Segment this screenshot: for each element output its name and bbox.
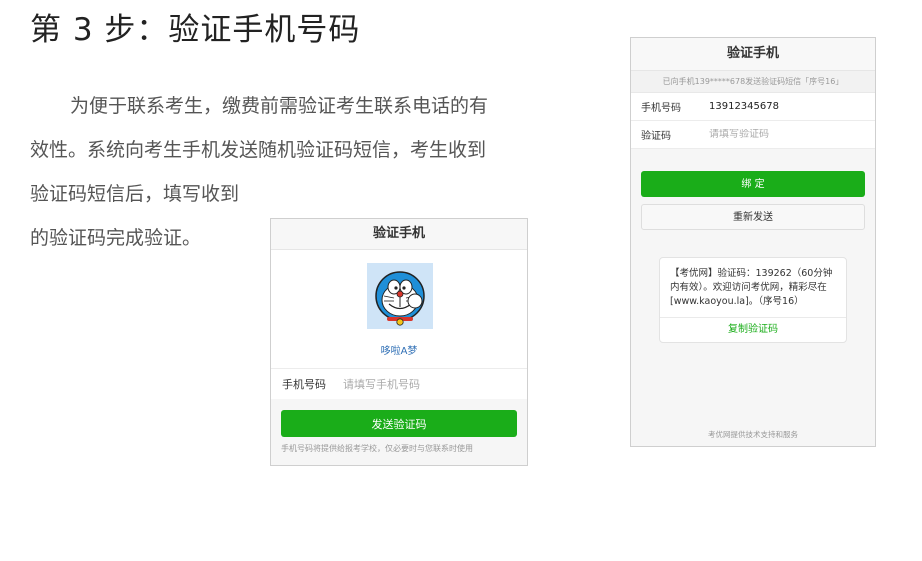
phone-row: 手机号码 13912345678 — [631, 93, 875, 121]
description-line: 验证码短信后，填写收到 — [30, 183, 240, 205]
nickname: 哆啦A梦 — [380, 346, 418, 357]
sms-text: 【考优网】验证码：139262（60分钟内有效）。欢迎访问考优网，精彩尽在[ww… — [670, 268, 833, 307]
sms-message-card: 【考优网】验证码：139262（60分钟内有效）。欢迎访问考优网，精彩尽在[ww… — [659, 257, 847, 343]
code-label: 验证码 — [641, 131, 671, 142]
phone-value: 13912345678 — [709, 101, 779, 112]
profile-section: 哆啦A梦 — [271, 250, 527, 368]
phone-row: 手机号码 — [271, 368, 527, 399]
footer-text: 考优网提供技术支持和服务 — [708, 430, 798, 439]
phone-label: 手机号码 — [282, 378, 326, 391]
phone-input[interactable] — [343, 377, 493, 391]
code-input[interactable] — [709, 129, 849, 140]
doraemon-avatar-icon — [367, 263, 433, 329]
step-title: 第 3 步：验证手机号码 — [30, 12, 361, 48]
description-line: 为便于联系考生，缴费前需验证考生联系电话的有 — [70, 95, 489, 117]
phone-usage-note: 手机号码将提供给报考学校，仅必要时与您联系时使用 — [281, 444, 473, 453]
bind-button[interactable]: 绑 定 — [641, 171, 865, 197]
phone-verify-panel-send: 验证手机 哆啦A梦 手机号码 请填写手机号码 发送验证码 手机号码将提供给报考学… — [270, 218, 528, 466]
panel-header: 验证手机 — [631, 38, 875, 71]
copy-code-button[interactable]: 复制验证码 — [660, 317, 846, 342]
code-row: 验证码 — [631, 121, 875, 149]
phone-label: 手机号码 — [641, 103, 681, 114]
phone-verify-panel-bind: 验证手机 已向手机139*****678发送验证码短信「序号16」 手机号码 1… — [630, 37, 876, 447]
resend-button[interactable]: 重新发送 — [641, 204, 865, 230]
panel-header: 验证手机 — [271, 219, 527, 250]
description-line: 效性。系统向考生手机发送随机验证码短信，考生收到 — [30, 139, 487, 161]
sms-sent-notice: 已向手机139*****678发送验证码短信「序号16」 — [631, 71, 875, 93]
send-code-button[interactable]: 发送验证码 — [281, 410, 517, 437]
